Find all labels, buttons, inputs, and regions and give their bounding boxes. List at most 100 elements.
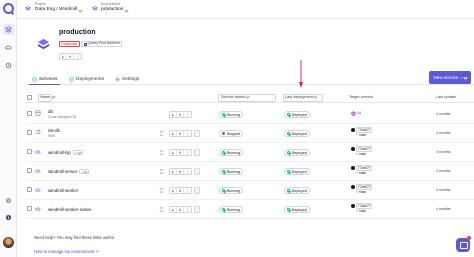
- git-chip[interactable]: ⑂: [79, 168, 90, 174]
- branch-icon: ⑂: [356, 208, 358, 213]
- row-checkbox[interactable]: [27, 111, 32, 116]
- chevron-down-icon: [245, 94, 250, 99]
- row-more-button[interactable]: ⋮: [194, 149, 200, 156]
- status-label: Stopped: [226, 131, 241, 136]
- service-name[interactable]: windmill-worker: [48, 188, 78, 193]
- table-row[interactable]: windmill-lsp ⑂ ▸ ↯ ⋮ ⋮ Running Deployed 77d…: [26, 143, 474, 162]
- logs-button[interactable]: ↯: [177, 131, 184, 136]
- row-more-button[interactable]: ⋮: [194, 130, 200, 137]
- row-more-button[interactable]: ⋮: [194, 187, 200, 194]
- table-row[interactable]: windmill-worker ▸ ↯ ⋮ ⋮ Running Deployed 7…: [26, 181, 474, 200]
- deployment-badge: Deployed: [284, 206, 310, 213]
- new-service-button[interactable]: New service: [429, 71, 471, 84]
- row-checkbox[interactable]: [27, 206, 32, 211]
- logs-action-button[interactable]: ↯: [67, 54, 74, 59]
- row-checkbox[interactable]: [27, 187, 32, 192]
- logs-button[interactable]: ↯: [177, 169, 184, 174]
- row-more-button[interactable]: ⋮: [194, 168, 200, 175]
- row-more-button[interactable]: ⋮: [194, 206, 200, 213]
- service-name[interactable]: windmill-server ⑂: [48, 168, 90, 174]
- cluster-tag[interactable]: Qovery Prod Backend: [81, 41, 123, 47]
- layers-icon[interactable]: [3, 24, 14, 35]
- play-button[interactable]: ▸: [170, 207, 177, 212]
- play-button[interactable]: ▸: [170, 169, 177, 174]
- service-name-label: windmill-lsp: [48, 150, 71, 155]
- name-header[interactable]: Name: [40, 94, 56, 99]
- name-header-label: Name: [40, 95, 51, 99]
- status-label: Running: [226, 112, 241, 117]
- table-header: Name Service status Last deployment Targ…: [26, 92, 474, 103]
- notification-badge: [467, 236, 471, 240]
- table-row[interactable]: init-db Start ▸ ↯ ⋮ ⋮ Stopped Deployed 77d…: [26, 124, 474, 143]
- deployment-header[interactable]: Last deployment: [285, 94, 318, 99]
- row-actions: ▸ ↯ ⋮: [169, 149, 192, 156]
- row-checkbox[interactable]: [27, 130, 32, 135]
- tab-services[interactable]: Services: [28, 74, 61, 85]
- cluster-icon: [83, 42, 87, 46]
- more-button[interactable]: ⋮: [184, 150, 191, 155]
- chevron-down-icon: [76, 149, 82, 155]
- play-button[interactable]: ▸: [170, 112, 177, 117]
- topbar: Project Data Eng / Windmill Environment …: [17, 0, 474, 19]
- status-header-label: Service status: [221, 95, 245, 99]
- check-circle-icon: [69, 77, 74, 82]
- annotation-arrow: [299, 60, 303, 88]
- more-button[interactable]: ⋮: [184, 131, 191, 136]
- target-version: 77de677 ⑂ main: [351, 127, 373, 137]
- logs-button[interactable]: ↯: [177, 207, 184, 212]
- row-checkbox[interactable]: [27, 149, 32, 154]
- more-action-button[interactable]: ⋮: [74, 54, 81, 59]
- chat-widget-button[interactable]: [456, 238, 470, 252]
- gear-icon[interactable]: [3, 195, 14, 206]
- table-row[interactable]: db Cloud Managed DB ▸ ↯ ⋮ Running Deployed…: [26, 105, 474, 124]
- service-name[interactable]: windmill-worker-native: [48, 207, 91, 212]
- cloud-icon[interactable]: [3, 42, 14, 53]
- table-row[interactable]: windmill-server ⑂ ▸ ↯ ⋮ ⋮ Running Deployed …: [26, 162, 474, 181]
- git-chip[interactable]: ⑂: [72, 149, 83, 155]
- more-button[interactable]: ⋮: [184, 188, 191, 193]
- last-update: 4 months: [436, 207, 451, 211]
- cloud-app-icon: [35, 169, 41, 173]
- more-button[interactable]: ⋮: [184, 169, 191, 174]
- row-checkbox[interactable]: [27, 168, 32, 173]
- branch-icon: ⑂: [356, 170, 358, 175]
- play-button[interactable]: ▸: [170, 131, 177, 136]
- chevron-down-icon: [462, 74, 468, 80]
- help-link[interactable]: How to manage my environment ↗: [34, 249, 99, 254]
- history-icon[interactable]: [3, 60, 14, 71]
- check-circle-icon: [287, 207, 291, 212]
- logs-button[interactable]: ↯: [177, 112, 184, 117]
- check-circle-icon: [32, 77, 37, 82]
- environment-selector[interactable]: Environment production: [101, 2, 130, 13]
- project-icon: [25, 6, 31, 11]
- status-label: Running: [226, 188, 241, 193]
- branch-name: main: [358, 189, 367, 194]
- logs-button[interactable]: ↯: [177, 188, 184, 193]
- select-all-checkbox[interactable]: [27, 95, 32, 100]
- service-name[interactable]: windmill-lsp ⑂: [48, 149, 83, 155]
- status-header[interactable]: Service status: [221, 94, 250, 99]
- sync-icon: [159, 131, 164, 136]
- logs-button[interactable]: ↯: [177, 150, 184, 155]
- table-row[interactable]: windmill-worker-native ▸ ↯ ⋮ ⋮ Running Dep…: [26, 200, 474, 219]
- database-engine-icon: ♒: [351, 110, 356, 116]
- service-name-label: windmill-worker-native: [48, 207, 92, 212]
- tab-deployments[interactable]: Deployments: [69, 74, 104, 85]
- service-name[interactable]: db: [48, 109, 53, 114]
- project-selector[interactable]: Project Data Eng / Windmill: [35, 2, 83, 13]
- tab-settings[interactable]: Settings: [115, 74, 139, 85]
- qovery-logo-icon[interactable]: [3, 3, 14, 14]
- last-update: 4 months: [436, 131, 451, 135]
- deploy-action-button[interactable]: ▸: [60, 54, 67, 59]
- cluster-tag-label: Qovery Prod Backend: [87, 41, 120, 46]
- info-icon[interactable]: [3, 212, 14, 223]
- more-button[interactable]: ⋮: [184, 207, 191, 212]
- status-label: Running: [226, 169, 241, 174]
- more-button[interactable]: ⋮: [184, 112, 191, 117]
- play-button[interactable]: ▸: [170, 188, 177, 193]
- service-name[interactable]: init-db: [48, 128, 60, 133]
- last-update: 4 months: [436, 169, 451, 173]
- play-button[interactable]: ▸: [170, 150, 177, 155]
- avatar[interactable]: [3, 237, 14, 248]
- branch-icon: ⑂: [356, 132, 358, 137]
